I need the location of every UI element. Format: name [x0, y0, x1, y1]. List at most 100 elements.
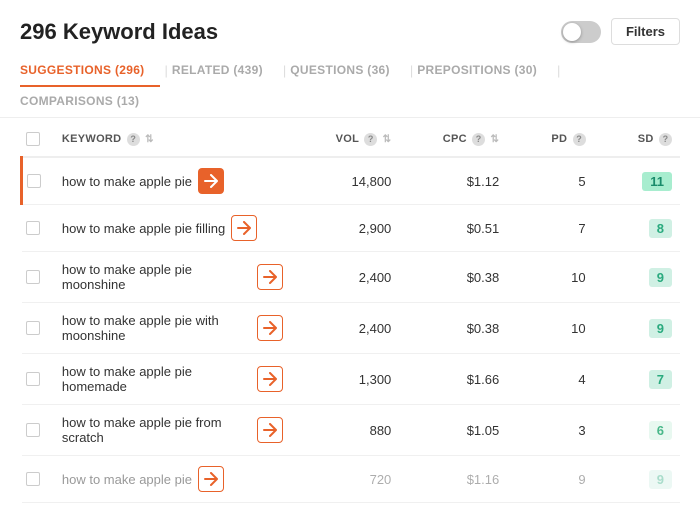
vol-help-icon[interactable]: ?	[364, 133, 377, 146]
keyword-table: KEYWORD ? ⇅ VOL ? ⇅ CPC ? ⇅ PD ? SD ?	[20, 122, 680, 503]
row-vol: 2,400	[291, 303, 399, 354]
sd-badge: 7	[649, 370, 672, 389]
row-cpc: $1.16	[399, 456, 507, 503]
row-vol: 1,300	[291, 354, 399, 405]
row-pd: 10	[507, 303, 593, 354]
keyword-arrow-btn[interactable]	[257, 315, 283, 341]
row-vol: 2,400	[291, 252, 399, 303]
select-all-checkbox[interactable]	[26, 132, 40, 146]
tab-divider-1: |	[160, 63, 171, 78]
row-cpc: $0.38	[399, 252, 507, 303]
tab-divider-2: |	[279, 63, 290, 78]
table-row: how to make apple pie moonshine 2,400$0.3…	[22, 252, 681, 303]
sd-badge: 9	[649, 319, 672, 338]
row-keyword: how to make apple pie from scratch	[54, 405, 291, 456]
col-header-vol: VOL ? ⇅	[291, 122, 399, 157]
row-cpc: $1.12	[399, 157, 507, 205]
row-checkbox-cell	[22, 303, 54, 354]
tab-questions[interactable]: QUESTIONS (36)	[290, 55, 406, 87]
row-sd: 7	[594, 354, 680, 405]
keyword-text: how to make apple pie from scratch	[62, 415, 251, 445]
row-sd: 6	[594, 405, 680, 456]
row-keyword: how to make apple pie homemade	[54, 354, 291, 405]
keyword-arrow-btn[interactable]	[198, 168, 224, 194]
toggle-knob	[563, 23, 581, 41]
row-sd: 9	[594, 252, 680, 303]
pd-help-icon[interactable]: ?	[573, 133, 586, 146]
sd-badge: 9	[649, 470, 672, 489]
keyword-text: how to make apple pie with moonshine	[62, 313, 251, 343]
tab-divider-3: |	[406, 63, 417, 78]
table-row: how to make apple pie with moonshine 2,40…	[22, 303, 681, 354]
row-sd: 11	[594, 157, 680, 205]
keyword-text: how to make apple pie homemade	[62, 364, 251, 394]
table-row: how to make apple pie filling 2,900$0.517…	[22, 205, 681, 252]
row-checkbox-cell	[22, 205, 54, 252]
sd-help-icon[interactable]: ?	[659, 133, 672, 146]
row-checkbox[interactable]	[27, 174, 41, 188]
tab-suggestions[interactable]: SUGGESTIONS (296)	[20, 55, 160, 87]
row-sd: 9	[594, 303, 680, 354]
col-header-keyword: KEYWORD ? ⇅	[54, 122, 291, 157]
tab-bar: SUGGESTIONS (296) | RELATED (439) | QUES…	[0, 55, 700, 118]
tab-prepositions[interactable]: PREPOSITIONS (30)	[417, 55, 553, 87]
cpc-help-icon[interactable]: ?	[472, 133, 485, 146]
keyword-sort-icon[interactable]: ⇅	[145, 134, 154, 145]
row-keyword: how to make apple pie	[54, 456, 291, 503]
table-row: how to make apple pie720$1.1699	[22, 456, 681, 503]
keyword-table-wrap: KEYWORD ? ⇅ VOL ? ⇅ CPC ? ⇅ PD ? SD ?	[0, 118, 700, 503]
row-checkbox[interactable]	[26, 423, 40, 437]
keyword-text: how to make apple pie moonshine	[62, 262, 251, 292]
keyword-text: how to make apple pie	[62, 174, 192, 189]
keyword-arrow-btn[interactable]	[257, 417, 283, 443]
select-all-header[interactable]	[22, 122, 54, 157]
row-pd: 5	[507, 157, 593, 205]
row-checkbox-cell	[22, 405, 54, 456]
row-pd: 4	[507, 354, 593, 405]
row-checkbox-cell	[22, 157, 54, 205]
row-checkbox-cell	[22, 252, 54, 303]
row-checkbox-cell	[22, 354, 54, 405]
row-pd: 7	[507, 205, 593, 252]
row-checkbox-cell	[22, 456, 54, 503]
filter-toggle[interactable]	[561, 21, 601, 43]
sd-badge: 9	[649, 268, 672, 287]
tab-comparisons[interactable]: COMPARISONS (13)	[20, 86, 155, 118]
keyword-text: how to make apple pie filling	[62, 221, 225, 236]
keyword-arrow-btn[interactable]	[231, 215, 257, 241]
vol-sort-icon[interactable]: ⇅	[383, 134, 392, 145]
cpc-sort-icon[interactable]: ⇅	[491, 134, 500, 145]
sd-badge: 11	[642, 172, 672, 191]
row-cpc: $1.66	[399, 354, 507, 405]
table-row: how to make apple pie 14,800$1.125 11	[22, 157, 681, 205]
keyword-text: how to make apple pie	[62, 472, 192, 487]
row-vol: 720	[291, 456, 399, 503]
tab-divider-4: |	[553, 63, 564, 78]
row-vol: 880	[291, 405, 399, 456]
row-cpc: $0.38	[399, 303, 507, 354]
row-vol: 14,800	[291, 157, 399, 205]
col-header-cpc: CPC ? ⇅	[399, 122, 507, 157]
table-row: how to make apple pie homemade 1,300$1.66…	[22, 354, 681, 405]
row-checkbox[interactable]	[26, 221, 40, 235]
row-cpc: $0.51	[399, 205, 507, 252]
keyword-arrow-btn[interactable]	[257, 366, 283, 392]
page-title: 296 Keyword Ideas	[20, 19, 218, 45]
row-checkbox[interactable]	[26, 321, 40, 335]
tab-related[interactable]: RELATED (439)	[172, 55, 279, 87]
keyword-help-icon[interactable]: ?	[127, 133, 140, 146]
sd-badge: 6	[649, 421, 672, 440]
row-checkbox[interactable]	[26, 270, 40, 284]
row-pd: 10	[507, 252, 593, 303]
row-vol: 2,900	[291, 205, 399, 252]
filters-button[interactable]: Filters	[611, 18, 680, 45]
row-checkbox[interactable]	[26, 372, 40, 386]
row-keyword: how to make apple pie moonshine	[54, 252, 291, 303]
row-checkbox[interactable]	[26, 472, 40, 486]
keyword-arrow-btn[interactable]	[198, 466, 224, 492]
keyword-arrow-btn[interactable]	[257, 264, 283, 290]
row-cpc: $1.05	[399, 405, 507, 456]
row-sd: 9	[594, 456, 680, 503]
col-header-pd: PD ?	[507, 122, 593, 157]
sd-badge: 8	[649, 219, 672, 238]
